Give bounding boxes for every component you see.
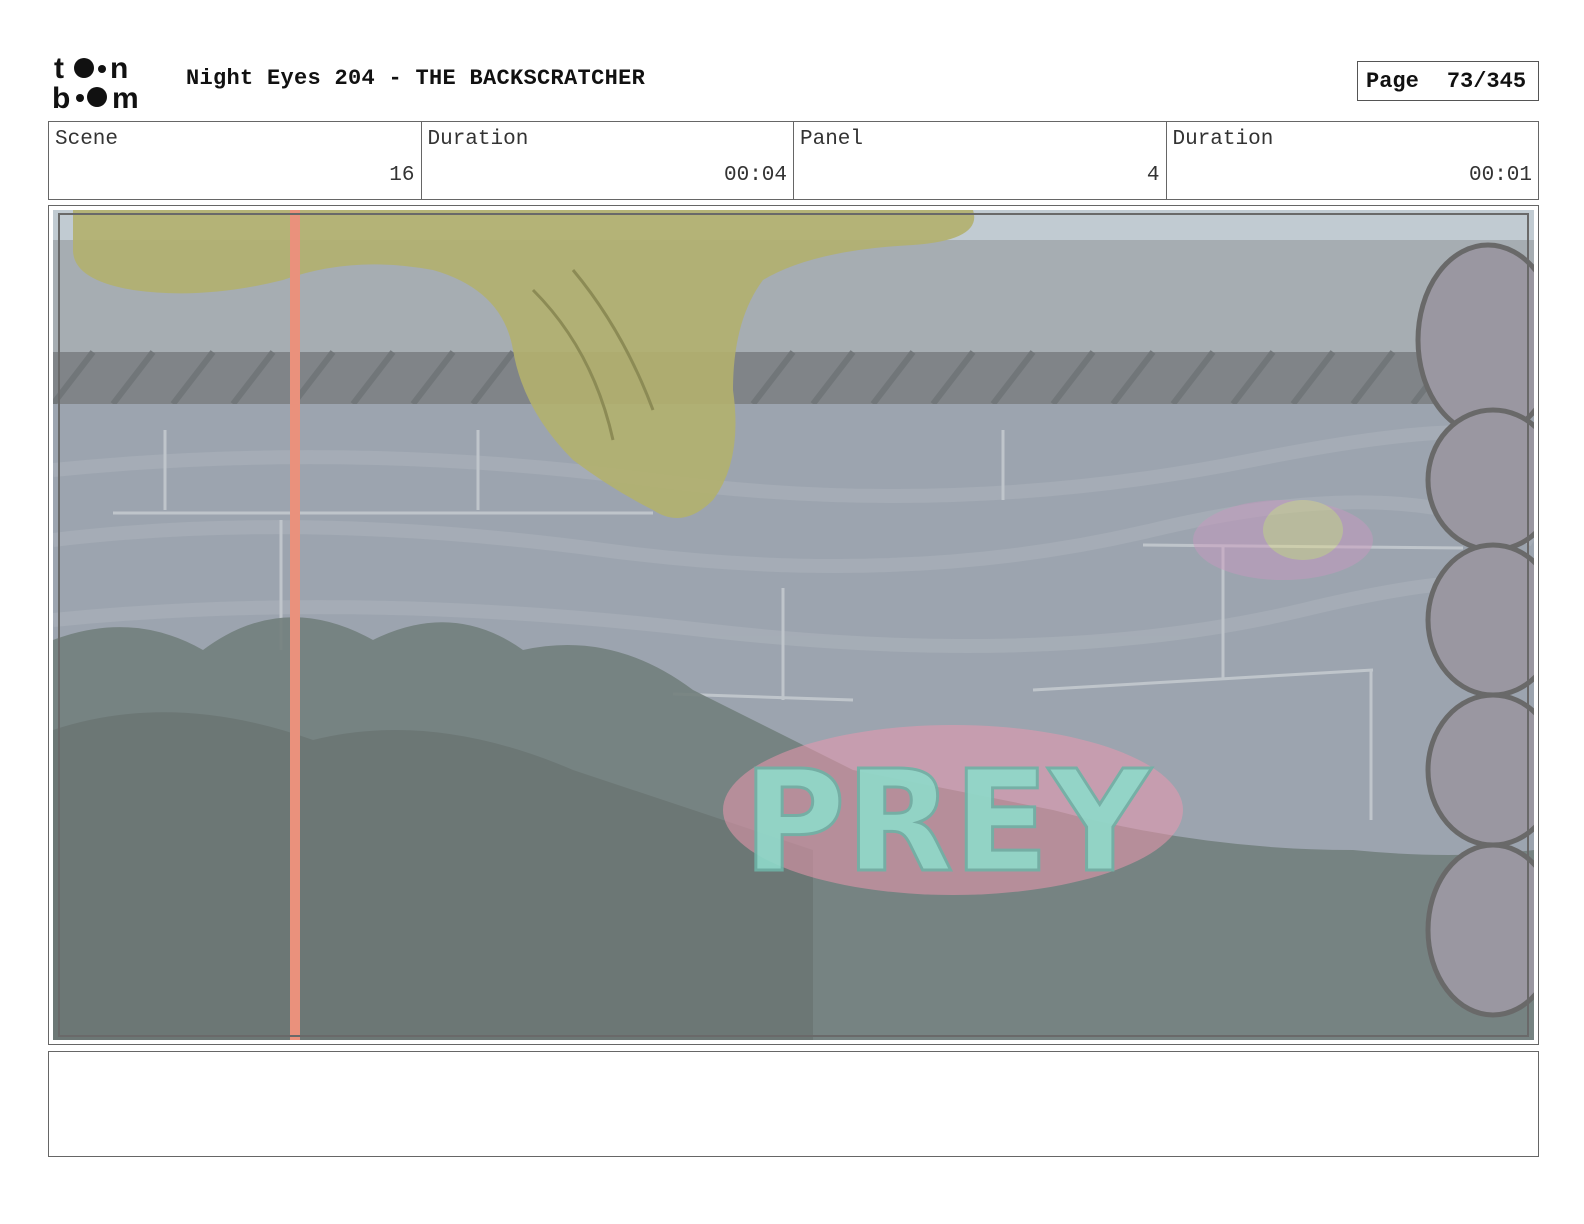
scene-duration-cell: Duration 00:04 bbox=[422, 122, 794, 199]
scene-value: 16 bbox=[389, 164, 415, 187]
scene-info-row: Scene 16 Duration 00:04 Panel 4 Duration… bbox=[48, 121, 1539, 200]
svg-text:n: n bbox=[110, 52, 128, 85]
page-indicator: Page 73/345 bbox=[1357, 61, 1539, 101]
scene-label: Scene bbox=[55, 128, 119, 151]
panel-duration-value: 00:01 bbox=[1468, 164, 1532, 187]
panel-notes-box bbox=[48, 1051, 1539, 1157]
page-label: Page bbox=[1366, 68, 1419, 94]
storyboard-panel-image: PREY bbox=[53, 210, 1534, 1040]
svg-text:b: b bbox=[52, 82, 70, 112]
panel-duration-cell: Duration 00:01 bbox=[1167, 122, 1539, 199]
svg-text:t: t bbox=[54, 52, 64, 85]
scene-cell: Scene 16 bbox=[49, 122, 422, 199]
panel-label: Panel bbox=[800, 128, 864, 151]
panel-cell: Panel 4 bbox=[794, 122, 1167, 199]
toon-boom-logo: t n b m bbox=[52, 52, 139, 112]
document-title: Night Eyes 204 - THE BACKSCRATCHER bbox=[186, 66, 646, 91]
panel-value: 4 bbox=[1146, 164, 1160, 187]
page-number: 73/345 bbox=[1446, 68, 1527, 94]
scene-duration-label: Duration bbox=[427, 128, 529, 151]
scene-duration-value: 00:04 bbox=[723, 164, 787, 187]
svg-text:m: m bbox=[112, 82, 139, 112]
storyboard-panel-frame: PREY bbox=[48, 205, 1539, 1045]
panel-duration-label: Duration bbox=[1172, 128, 1274, 151]
